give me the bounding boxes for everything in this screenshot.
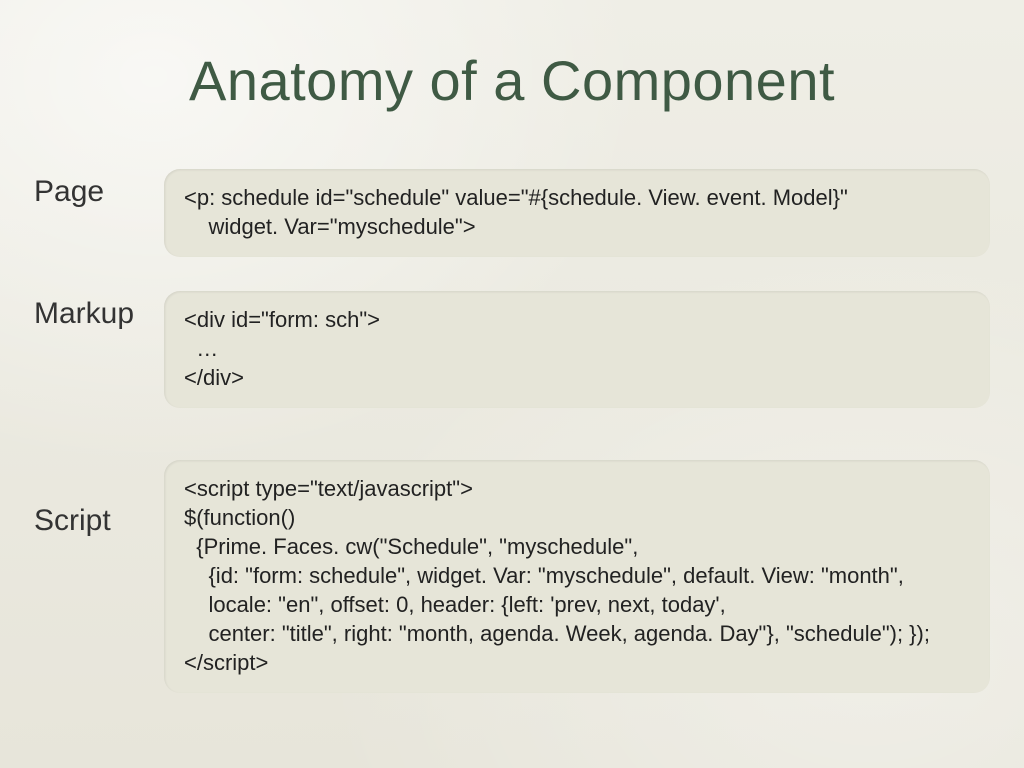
- section-label: Page: [34, 169, 164, 209]
- section-markup: Markup <div id="form: sch"> … </div>: [34, 291, 990, 408]
- code-box: <script type="text/javascript"> $(functi…: [164, 460, 990, 693]
- slide-title: Anatomy of a Component: [30, 48, 994, 113]
- section-label: Markup: [34, 291, 164, 331]
- section-label: Script: [34, 460, 164, 538]
- section-page: Page <p: schedule id="schedule" value="#…: [34, 169, 990, 257]
- section-script: Script <script type="text/javascript"> $…: [34, 460, 990, 693]
- section-list: Page <p: schedule id="schedule" value="#…: [30, 169, 994, 693]
- code-box: <p: schedule id="schedule" value="#{sche…: [164, 169, 990, 257]
- code-box: <div id="form: sch"> … </div>: [164, 291, 990, 408]
